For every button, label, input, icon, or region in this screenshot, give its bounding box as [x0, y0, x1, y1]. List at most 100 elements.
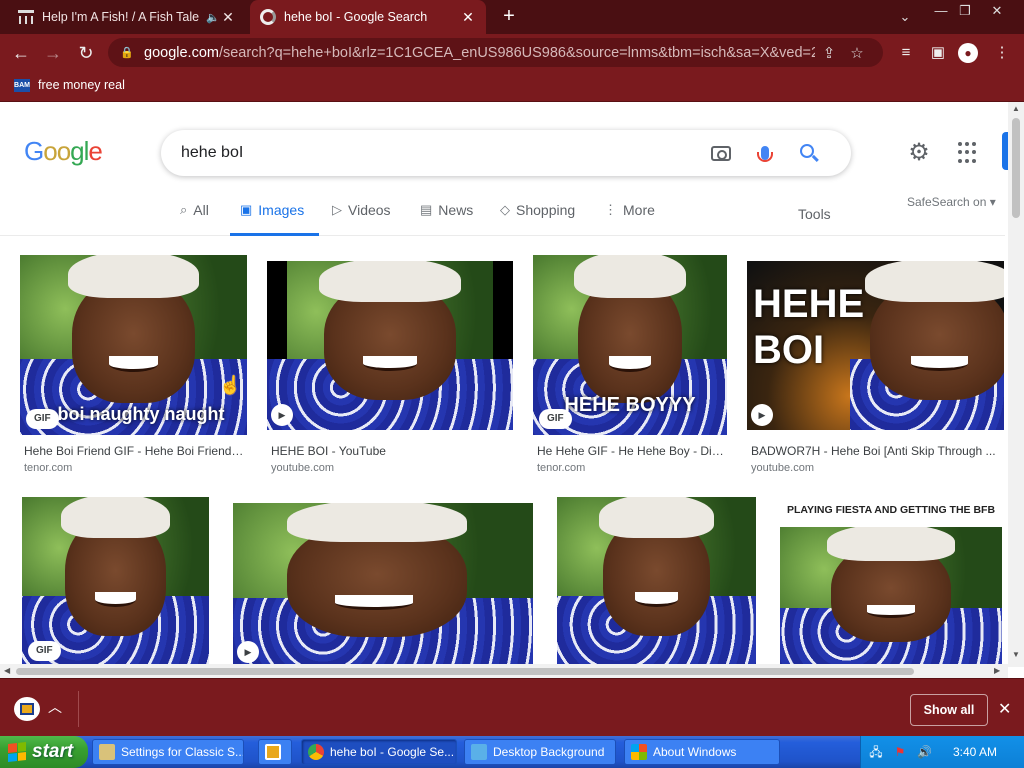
clock: 3:40 AM	[953, 745, 998, 759]
download-file-icon[interactable]	[14, 697, 40, 721]
result-source[interactable]: youtube.com	[271, 462, 334, 474]
result-title[interactable]: BADWOR7H - Hehe Boi [Anti Skip Through .…	[751, 444, 999, 458]
tab-more[interactable]: ⋮ More	[604, 202, 655, 236]
browser-toolbar: ← → ↻ 🔒 google.com/search?q=hehe+boI&rlz…	[0, 34, 1024, 71]
download-bar: ︿ Show all ✕	[0, 678, 1024, 736]
video-play-badge: ▶	[237, 641, 259, 663]
system-tray: 🖧 ⚑ 🔊 3:40 AM	[860, 736, 1024, 768]
result-thumbnail[interactable]: HEHE BOYYY GIF	[533, 255, 727, 435]
tools-button[interactable]: Tools	[798, 206, 831, 222]
security-warning-icon[interactable]: ⚑	[893, 745, 907, 759]
windows-flag-icon	[8, 742, 26, 762]
search-icon: ⌕	[180, 202, 188, 217]
result-title[interactable]: HEHE BOI - YouTube	[271, 444, 511, 458]
result-thumbnail[interactable]: PLAYING FIESTA AND GETTING THE BFB	[780, 497, 1002, 667]
tab-shopping[interactable]: ◇ Shopping	[500, 202, 575, 236]
tab-videos[interactable]: ▷ Videos	[332, 202, 391, 236]
result-thumbnail[interactable]	[557, 497, 756, 667]
menu-kebab-icon[interactable]: ⋮	[990, 41, 1014, 65]
result-thumbnail[interactable]: ▶	[233, 503, 533, 667]
profile-icon[interactable]: ●	[958, 43, 978, 63]
back-button[interactable]: ←	[8, 40, 34, 66]
search-input[interactable]	[181, 144, 699, 162]
tab-google-search[interactable]: hehe boI - Google Search ✕	[250, 0, 486, 34]
display-icon	[471, 744, 487, 760]
star-icon[interactable]: ☆	[843, 44, 871, 62]
result-source[interactable]: tenor.com	[537, 462, 585, 474]
reload-button[interactable]: ↻	[73, 40, 99, 66]
close-tab-icon[interactable]: ✕	[220, 9, 236, 26]
network-icon[interactable]: 🖧	[869, 745, 883, 759]
horizontal-scrollbar[interactable]: ◀ ▶	[0, 664, 1008, 678]
chevron-up-icon[interactable]: ︿	[48, 697, 62, 717]
tab-title: hehe boI - Google Search	[284, 10, 428, 24]
apps-grid-icon[interactable]	[958, 142, 980, 164]
share-icon[interactable]: ⇪	[815, 44, 843, 62]
microphone-icon[interactable]	[743, 138, 787, 168]
taskbar-item-about-windows[interactable]: About Windows	[624, 739, 780, 765]
result-title[interactable]: Hehe Boi Friend GIF - Hehe Boi Friend ..…	[24, 444, 244, 458]
bookmark-free-money-real[interactable]: BAM free money real	[14, 78, 125, 92]
result-source[interactable]: tenor.com	[24, 462, 72, 474]
result-thumbnail[interactable]: e boi naughty naught GIF	[20, 255, 247, 435]
result-thumbnail[interactable]: HEHE BOI ▶	[747, 261, 1004, 430]
taskbar-item-desktop-background[interactable]: Desktop Background	[464, 739, 616, 765]
close-tab-icon[interactable]: ✕	[460, 9, 476, 26]
google-images-page: Google ⚙ ⌕All ▣Images ▷Videos ▤News ◇Sho…	[0, 102, 1024, 678]
bam-icon: BAM	[14, 78, 30, 92]
media-icon	[265, 744, 281, 760]
result-source[interactable]: youtube.com	[751, 462, 814, 474]
start-button[interactable]: start	[0, 736, 88, 768]
address-bar[interactable]: 🔒 google.com/search?q=hehe+boI&rlz=1C1GC…	[108, 38, 883, 67]
gear-icon[interactable]: ⚙	[906, 140, 932, 166]
taskbar-item-settings[interactable]: Settings for Classic S...	[92, 739, 244, 765]
speaker-icon[interactable]: 🔈	[206, 11, 220, 24]
taskbar-item-media[interactable]	[258, 739, 292, 765]
result-thumbnail[interactable]: GIF	[22, 497, 209, 667]
tab-search-dropdown-icon[interactable]: ⌄	[892, 8, 918, 26]
bookmarks-bar: BAM free money real	[0, 71, 1024, 102]
divider	[78, 691, 79, 727]
close-icon[interactable]: ✕	[998, 699, 1011, 719]
windows-taskbar: start Settings for Classic S... hehe boI…	[0, 736, 1024, 768]
search-box[interactable]	[161, 130, 851, 176]
google-logo[interactable]: Google	[24, 136, 103, 167]
restore-button[interactable]: ❐	[952, 2, 978, 20]
tab-news[interactable]: ▤ News	[420, 202, 473, 236]
new-tab-button[interactable]: +	[498, 5, 520, 27]
close-window-button[interactable]: ✕	[984, 2, 1010, 20]
media-control-icon[interactable]: ≡	[894, 41, 918, 65]
screen: { "browser": { "tabs": [ {"title": "Help…	[0, 0, 1024, 768]
search-icon[interactable]	[787, 138, 831, 168]
folder-icon	[99, 744, 115, 760]
side-panel-icon[interactable]: ▣	[926, 41, 950, 65]
gif-badge: GIF	[28, 641, 61, 661]
vertical-scrollbar[interactable]: ▲ ▼	[1008, 102, 1024, 667]
gif-badge: GIF	[539, 409, 572, 429]
lock-icon[interactable]: 🔒	[120, 46, 134, 59]
minimize-button[interactable]: —	[928, 2, 954, 20]
result-title[interactable]: He Hehe GIF - He Hehe Boy - Dis...	[537, 444, 725, 458]
museum-icon	[18, 10, 34, 24]
search-tabs: ⌕ All ▣ Images ▷ Videos ▤ News ◇ Shopping ⋮ Mo…	[0, 194, 1005, 236]
bookmark-label: free money real	[38, 78, 125, 92]
url-text[interactable]: google.com/search?q=hehe+boI&rlz=1C1GCEA…	[144, 45, 815, 61]
tab-fish[interactable]: Help I'm A Fish! / A Fish Tale 🔈 ✕	[8, 0, 246, 34]
more-icon: ⋮	[604, 202, 617, 217]
play-icon: ▷	[332, 202, 342, 217]
result-thumbnail[interactable]: ▶	[267, 261, 513, 430]
taskbar-item-chrome[interactable]: hehe boI - Google Se...	[301, 739, 457, 765]
windows-icon	[631, 744, 647, 760]
camera-icon[interactable]	[699, 138, 743, 168]
tab-all[interactable]: ⌕ All	[180, 202, 209, 236]
video-play-badge: ▶	[271, 404, 293, 426]
image-icon: ▣	[240, 202, 253, 217]
browser-tab-strip: Help I'm A Fish! / A Fish Tale 🔈 ✕ hehe …	[0, 0, 1024, 34]
safesearch-toggle[interactable]: SafeSearch on ▾	[907, 195, 996, 209]
volume-icon[interactable]: 🔊	[917, 745, 932, 759]
show-all-button[interactable]: Show all	[910, 694, 988, 726]
tag-icon: ◇	[500, 202, 510, 217]
forward-button[interactable]: →	[40, 40, 66, 66]
tab-images[interactable]: ▣ Images	[230, 202, 319, 236]
hand-cursor-icon: ☝	[219, 375, 242, 395]
